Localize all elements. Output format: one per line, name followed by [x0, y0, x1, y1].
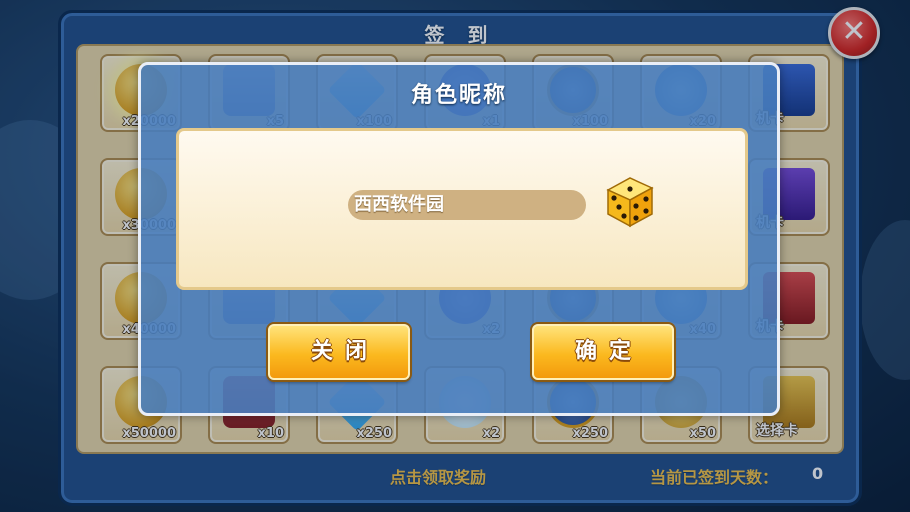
dialog-title: 角色昵称 [410, 83, 507, 108]
dice-icon[interactable] [602, 172, 658, 230]
close-button[interactable]: 关闭 [268, 324, 410, 380]
nickname-input[interactable]: 西西软件园 [348, 190, 586, 220]
confirm-button[interactable]: 确定 [532, 324, 674, 380]
